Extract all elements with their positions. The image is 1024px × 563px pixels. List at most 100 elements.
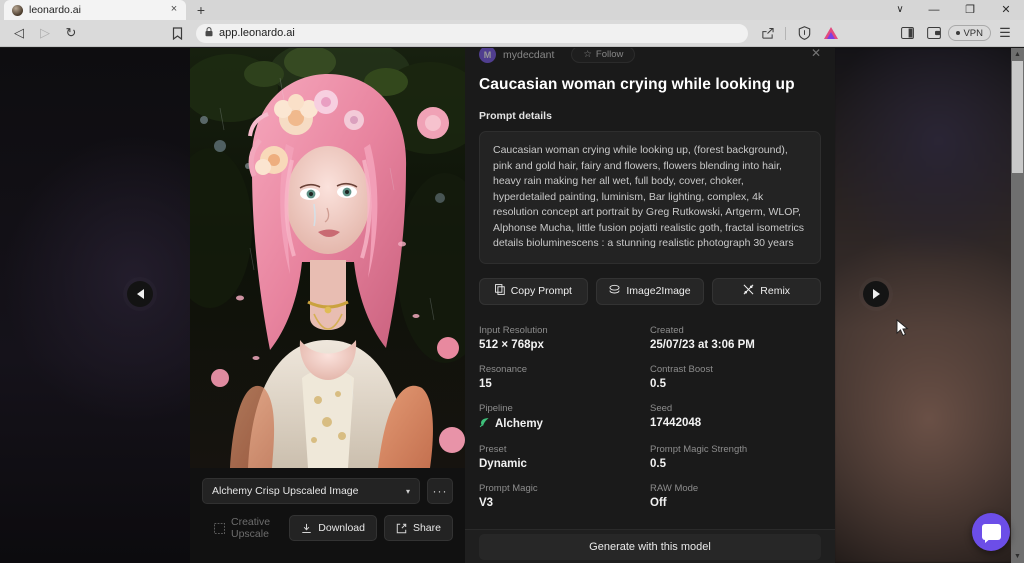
image-detail-modal: Alchemy Crisp Upscaled Image ▾ ··· xyxy=(190,48,835,563)
toolbar-divider xyxy=(785,27,786,40)
share-glyph xyxy=(396,523,407,534)
vpn-status-dot-icon xyxy=(956,31,960,35)
generated-image[interactable] xyxy=(190,48,465,468)
star-icon: ☆ xyxy=(583,49,592,60)
close-modal-icon[interactable]: ✕ xyxy=(811,48,821,60)
metadata-value-wrap: Alchemy xyxy=(479,417,650,431)
metadata-value: Dynamic xyxy=(479,458,650,470)
window-close-button[interactable]: ✕ xyxy=(988,0,1024,20)
vpn-button[interactable]: VPN xyxy=(948,25,991,41)
scrollbar-thumb[interactable] xyxy=(1012,61,1023,173)
metadata-key: Pipeline xyxy=(479,403,650,414)
upscale-icon xyxy=(214,523,225,534)
copy-prompt-button[interactable]: Copy Prompt xyxy=(479,278,588,305)
tab-title: leonardo.ai xyxy=(29,4,162,16)
metadata-value: 17442048 xyxy=(650,417,821,429)
sidebar-glyph xyxy=(901,27,914,39)
share-icon[interactable] xyxy=(754,22,780,44)
metadata-item-pipeline: Pipeline Alchemy xyxy=(479,403,650,431)
copy-icon xyxy=(495,284,505,298)
lock-icon xyxy=(205,27,213,39)
browser-window: leonardo.ai × + ∨ — ❐ ✕ ◁ ▷ ↻ xyxy=(0,0,1024,563)
scroll-down-icon[interactable]: ▼ xyxy=(1011,550,1024,563)
browser-menu-icon[interactable]: ☰ xyxy=(992,22,1018,44)
chevron-down-icon[interactable]: ∨ xyxy=(884,0,916,20)
generate-with-model-button[interactable]: Generate with this model xyxy=(479,534,821,560)
metadata-item-resonance: Resonance 15 xyxy=(479,364,650,390)
prompt-actions: Copy Prompt Image2Image xyxy=(479,278,821,305)
alchemy-leaf-glyph xyxy=(479,417,490,428)
image-action-row: Creative Upscale Download xyxy=(202,515,453,541)
metadata-grid: Input Resolution 512 × 768px Created 25/… xyxy=(479,325,821,509)
minimize-button[interactable]: — xyxy=(916,0,952,20)
metadata-key: Created xyxy=(650,325,821,336)
download-icon xyxy=(301,523,312,534)
chevron-down-icon: ▾ xyxy=(406,487,410,496)
page-viewport: Alchemy Crisp Upscaled Image ▾ ··· xyxy=(0,48,1024,563)
reload-icon[interactable]: ↻ xyxy=(58,22,84,44)
brave-rewards-icon[interactable] xyxy=(818,22,844,44)
intercom-chat-button[interactable] xyxy=(972,513,1010,551)
generated-image-art xyxy=(190,48,465,468)
metadata-item-prompt-magic-strength: Prompt Magic Strength 0.5 xyxy=(650,444,821,470)
upscale-glyph xyxy=(214,523,225,534)
metadata-value: Off xyxy=(650,497,821,509)
forward-icon[interactable]: ▷ xyxy=(32,22,58,44)
maximize-button[interactable]: ❐ xyxy=(952,0,988,20)
image2image-button[interactable]: Image2Image xyxy=(596,278,705,305)
new-tab-button[interactable]: + xyxy=(191,2,211,20)
browser-tab-leonardo[interactable]: leonardo.ai × xyxy=(4,0,186,20)
metadata-item-preset: Preset Dynamic xyxy=(479,444,650,470)
metadata-value: 0.5 xyxy=(650,378,821,390)
metadata-value: V3 xyxy=(479,497,650,509)
bookmark-icon[interactable] xyxy=(164,22,190,44)
follow-label: Follow xyxy=(596,49,623,60)
creative-upscale-button[interactable]: Creative Upscale xyxy=(202,515,282,541)
chevron-right-icon xyxy=(873,289,880,299)
image2image-label: Image2Image xyxy=(626,285,690,297)
metadata-item-created: Created 25/07/23 at 3:06 PM xyxy=(650,325,821,351)
backdrop-right xyxy=(834,48,1024,563)
vpn-label: VPN xyxy=(963,28,983,39)
share-button[interactable]: Share xyxy=(384,515,453,541)
wallet-icon[interactable] xyxy=(921,22,947,44)
prev-image-button[interactable] xyxy=(127,281,153,307)
image-panel: Alchemy Crisp Upscaled Image ▾ ··· xyxy=(190,48,465,563)
download-button[interactable]: Download xyxy=(289,515,377,541)
prompt-text[interactable]: Caucasian woman crying while looking up,… xyxy=(479,131,821,264)
variant-select-value: Alchemy Crisp Upscaled Image xyxy=(212,485,358,497)
address-text: app.leonardo.ai xyxy=(219,27,295,39)
variant-select[interactable]: Alchemy Crisp Upscaled Image ▾ xyxy=(202,478,420,504)
share-label: Share xyxy=(413,522,441,534)
lock-glyph xyxy=(205,27,213,37)
cursor-arrow-icon xyxy=(896,319,909,337)
username-label[interactable]: mydecdant xyxy=(503,49,554,61)
copy-prompt-label: Copy Prompt xyxy=(511,285,572,297)
toolbar-right-actions: VPN ☰ xyxy=(754,22,1018,44)
remix-button[interactable]: Remix xyxy=(712,278,821,305)
remix-glyph xyxy=(743,284,754,295)
metadata-key: Input Resolution xyxy=(479,325,650,336)
wallet-glyph xyxy=(927,27,941,39)
next-image-button[interactable] xyxy=(863,281,889,307)
metadata-value: 25/07/23 at 3:06 PM xyxy=(650,339,821,351)
metadata-item-seed: Seed 17442048 xyxy=(650,403,821,431)
page-scrollbar[interactable]: ▲ ▼ xyxy=(1011,48,1024,563)
scroll-up-icon[interactable]: ▲ xyxy=(1011,48,1024,61)
metadata-item-input-resolution: Input Resolution 512 × 768px xyxy=(479,325,650,351)
brave-shields-icon[interactable] xyxy=(791,22,817,44)
chevron-left-icon xyxy=(137,289,144,299)
layers-icon xyxy=(609,284,620,298)
close-icon[interactable]: × xyxy=(168,4,180,16)
sidebar-toggle-icon[interactable] xyxy=(894,22,920,44)
creator-bar: M mydecdant ☆ Follow ✕ xyxy=(465,48,835,64)
avatar[interactable]: M xyxy=(479,48,496,63)
more-options-button[interactable]: ··· xyxy=(427,478,453,504)
details-panel: M mydecdant ☆ Follow ✕ Caucasian woman c… xyxy=(465,48,835,563)
back-icon[interactable]: ◁ xyxy=(6,22,32,44)
window-controls: ∨ — ❐ ✕ xyxy=(884,0,1024,20)
follow-button[interactable]: ☆ Follow xyxy=(571,48,635,63)
metadata-key: Contrast Boost xyxy=(650,364,821,375)
address-bar[interactable]: app.leonardo.ai xyxy=(196,24,748,43)
creative-upscale-label: Creative Upscale xyxy=(231,516,270,540)
